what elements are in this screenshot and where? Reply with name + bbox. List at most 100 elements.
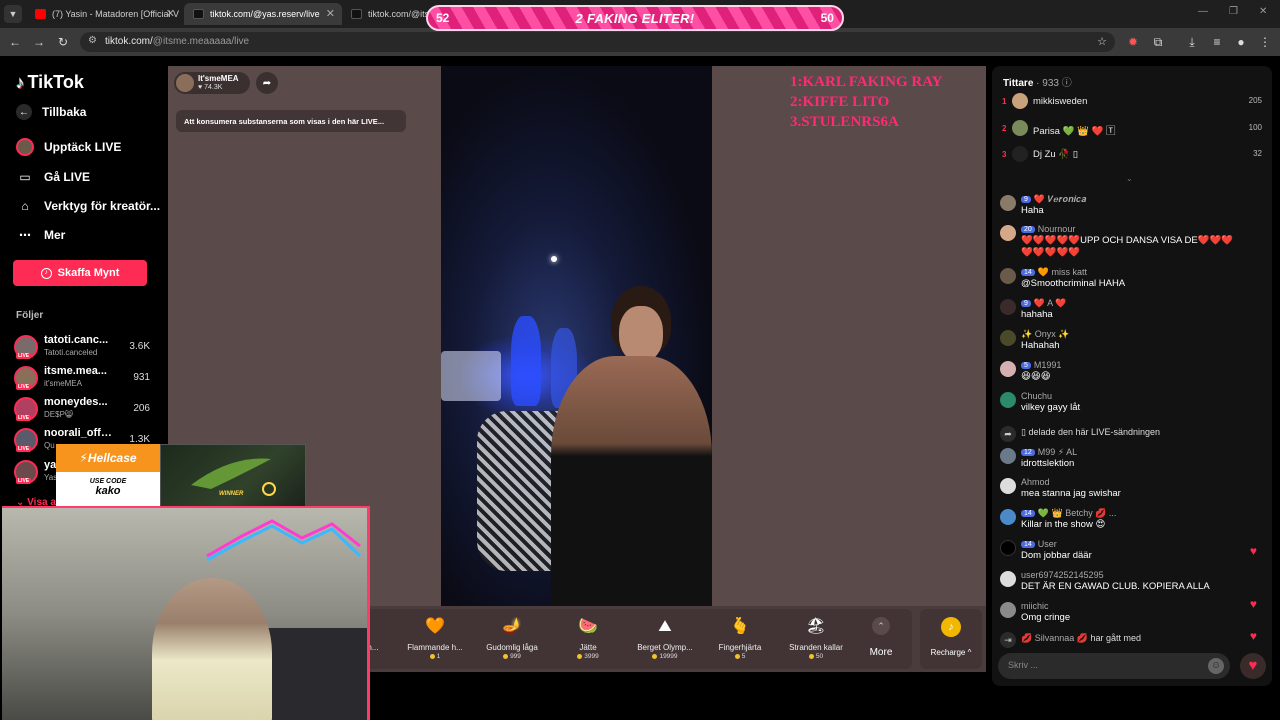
extensions-puzzle-icon[interactable]: ⧉ xyxy=(1150,34,1166,50)
gift-icon: 🫰 xyxy=(730,618,750,635)
sidebar-item-more[interactable]: ⋯ Mer xyxy=(16,226,65,244)
like-heart-button[interactable]: ♥ xyxy=(1240,653,1266,679)
avatar xyxy=(1000,392,1016,408)
gift-item[interactable]: 🫰 Fingerhjärta 5 xyxy=(704,613,776,665)
avatar xyxy=(1000,478,1016,494)
coin-icon xyxy=(734,653,740,659)
bookmark-star-icon[interactable]: ☆ xyxy=(1097,35,1107,48)
top-viewer-row[interactable]: 3 Dj Zu 🥀 ▯ 32 xyxy=(1002,145,1262,165)
forward-arrow-icon[interactable]: → xyxy=(31,34,47,50)
avatar xyxy=(1000,330,1016,346)
sidebar-item-creator-tools[interactable]: ⌂ Verktyg för kreatör... xyxy=(16,197,160,215)
download-icon[interactable]: ⤓ xyxy=(1184,34,1200,50)
tiktok-logo[interactable]: ♪ TikTok xyxy=(16,72,84,93)
battle-title: 2 FAKING ELITER! xyxy=(575,10,695,26)
info-icon[interactable]: ⓘ xyxy=(1062,78,1072,89)
live-badge: LIVE xyxy=(16,384,32,390)
tab-search-button[interactable]: ▼ xyxy=(4,5,22,23)
avatar xyxy=(1000,299,1016,315)
top-viewer-row[interactable]: 2 Parisa 💚 👑 ❤️ 🅃 100 xyxy=(1002,119,1262,139)
lit-building xyxy=(441,351,501,401)
level-badge: 14 xyxy=(1021,269,1035,276)
moon-light xyxy=(551,256,557,262)
gift-icon: 🧡 xyxy=(425,618,445,635)
coin-icon xyxy=(577,653,583,659)
extension-icon[interactable]: ✹ xyxy=(1125,34,1141,50)
gift-item[interactable]: 🧡 Flammande h... 1 xyxy=(399,613,471,665)
viewers-header[interactable]: Tittare · 933 ⓘ xyxy=(1003,74,1072,89)
coin-icon xyxy=(429,653,435,659)
profile-avatar-icon[interactable]: ● xyxy=(1233,34,1249,50)
avatar xyxy=(1000,268,1016,284)
neon-light-panels xyxy=(206,519,362,562)
chat-input[interactable]: Skriv ... ☺ xyxy=(998,653,1230,679)
gift-item[interactable]: ⛰ Berget Olymp... 19999 xyxy=(629,613,701,665)
tiktok-note-icon: ♪ xyxy=(16,72,25,92)
browser-tab-youtube[interactable]: (7) Yasin - Matadoren [Official V ✕ xyxy=(26,3,182,25)
live-badge: LIVE xyxy=(16,446,32,452)
close-window-icon[interactable]: ✕ xyxy=(1259,6,1267,17)
streamer xyxy=(152,578,272,720)
level-badge: 9 xyxy=(1021,300,1031,307)
restore-icon[interactable]: ❐ xyxy=(1229,6,1238,17)
following-item[interactable]: LIVE moneydes... DE$P😸 206 xyxy=(14,395,150,423)
url-path: @itsme.meaaaaa/live xyxy=(152,36,250,47)
avatar xyxy=(1000,448,1016,464)
back-arrow-icon[interactable]: ← xyxy=(7,34,23,50)
background-person xyxy=(511,316,541,406)
enter-icon: ⇥ xyxy=(1000,632,1016,648)
top-viewer-row[interactable]: 1 mikkisweden 205 xyxy=(1002,92,1262,112)
address-field[interactable]: ⚙ tiktok.com/@itsme.meaaaaa/live ☆ xyxy=(80,32,1115,52)
chevron-down-icon[interactable]: ⌄ xyxy=(1126,174,1133,183)
chat-panel: Tittare · 933 ⓘ 1 mikkisweden 205 2 Pari… xyxy=(992,66,1272,686)
avatar xyxy=(1012,120,1028,136)
live-badge: LIVE xyxy=(16,415,32,421)
winner-knife-graphic xyxy=(191,458,276,496)
gift-bar: 🦌 Själän... 🧡 Flammande h... 1 🪔 Gudomli… xyxy=(350,609,912,669)
substance-warning: Att konsumera substanserna som visas i d… xyxy=(176,110,406,132)
live-badge: LIVE xyxy=(16,478,32,484)
minimize-icon[interactable]: — xyxy=(1198,6,1208,17)
live-badge: LIVE xyxy=(16,353,32,359)
back-arrow-icon: ← xyxy=(16,104,32,120)
right-score: 50 xyxy=(820,11,834,25)
following-item[interactable]: LIVE itsme.mea... it'smeMEA 931 xyxy=(14,364,150,392)
sidebar-item-go-live[interactable]: ▭ Gå LIVE xyxy=(16,168,90,186)
coin-icon: ♪ xyxy=(40,267,52,279)
host-info[interactable]: It'smeMEA ♥ 74.3K xyxy=(174,72,250,94)
tiktok-icon xyxy=(193,9,204,19)
sidebar-item-discover-live[interactable]: Upptäck LIVE xyxy=(16,138,121,156)
coin-icon: ♪ xyxy=(941,617,961,637)
get-coins-button[interactable]: ♪ Skaffa Mynt xyxy=(13,260,147,286)
emoji-icon[interactable]: ☺ xyxy=(1208,658,1224,674)
ranking-overlay: 1:KARL FAKING RAY 2:KIFFE LITO 3.STULENR… xyxy=(790,74,943,130)
heart-icon: ♥ xyxy=(1249,544,1257,558)
menu-dots-icon[interactable]: ⋮ xyxy=(1257,34,1273,50)
media-control-icon[interactable]: ≡ xyxy=(1209,34,1225,50)
following-item[interactable]: LIVE tatoti.canc... Tatoti.canceled 3.6K xyxy=(14,333,150,361)
more-gifts-button[interactable]: ⌃ More xyxy=(862,613,900,665)
level-badge: 9 xyxy=(1021,196,1031,203)
hellcase-logo: ⚡Hellcase xyxy=(56,444,160,472)
gift-item[interactable]: 🪔 Gudomlig låga 999 xyxy=(476,613,548,665)
avatar xyxy=(1012,146,1028,162)
tiktok-icon xyxy=(351,9,362,19)
url-host: tiktok.com/ xyxy=(105,36,153,47)
browser-tab-tiktok-itsme[interactable]: tiktok.com/@itsm xyxy=(342,3,432,25)
share-arrow-icon[interactable]: ➦ xyxy=(256,72,278,94)
site-info-icon[interactable]: ⚙ xyxy=(88,35,97,46)
home-tool-icon: ⌂ xyxy=(21,199,29,213)
close-tab-icon[interactable]: ✕ xyxy=(166,7,175,20)
gift-item[interactable]: 🏖 Stranden kallar 50 xyxy=(780,613,852,665)
close-tab-icon[interactable]: ✕ xyxy=(326,7,335,20)
browser-tab-tiktok-yas[interactable]: tiktok.com/@yas.reserv/live ✕ xyxy=(184,3,342,25)
gift-item[interactable]: 🍉 Jätte 3999 xyxy=(552,613,624,665)
back-link[interactable]: ← Tillbaka xyxy=(16,104,86,120)
sponsor-overlay: ⚡Hellcase USE CODE kako WINNER xyxy=(56,444,306,508)
more-dots-icon: ⋯ xyxy=(19,228,31,242)
reload-icon[interactable]: ↻ xyxy=(55,34,71,50)
level-badge: 14 xyxy=(1021,541,1035,548)
live-video[interactable] xyxy=(441,66,712,606)
recharge-button[interactable]: ♪ Recharge ^ xyxy=(920,609,982,669)
heart-icon: ♥ xyxy=(1249,629,1257,643)
